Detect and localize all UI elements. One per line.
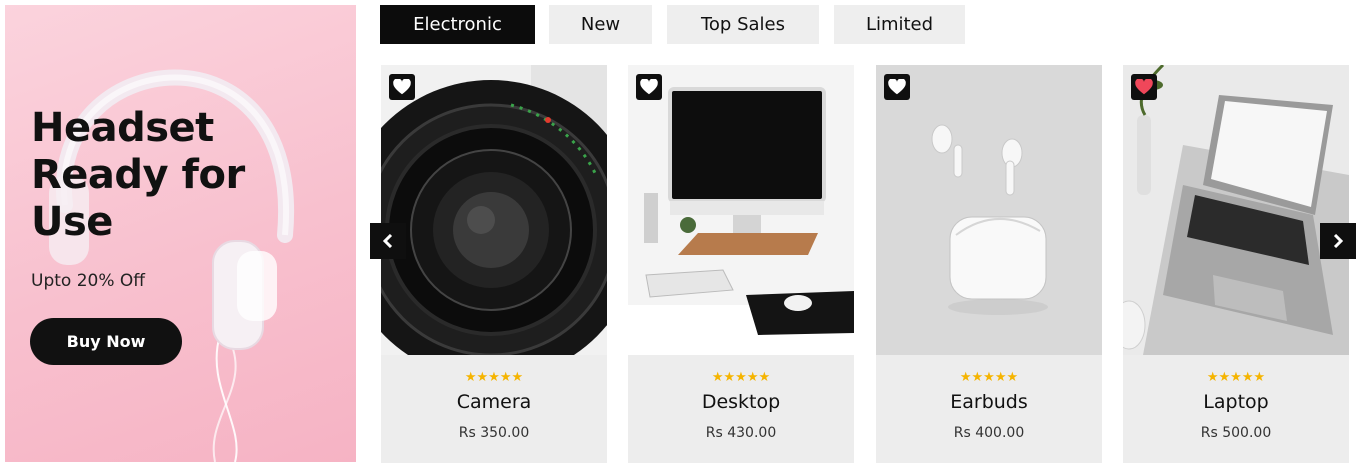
buy-now-button[interactable]: Buy Now — [30, 318, 182, 365]
chevron-left-icon — [382, 234, 393, 248]
product-card-desktop[interactable]: ★★★★★ Desktop Rs 430.00 — [628, 65, 854, 463]
product-name[interactable]: Desktop — [628, 391, 854, 413]
rating-stars: ★★★★★ — [959, 370, 1019, 385]
wishlist-heart-icon[interactable] — [1131, 74, 1157, 100]
tab-limited[interactable]: Limited — [834, 5, 965, 44]
wishlist-heart-icon[interactable] — [884, 74, 910, 100]
product-card-laptop[interactable]: ★★★★★ Laptop Rs 500.00 — [1123, 65, 1349, 463]
product-price: Rs 400.00 — [953, 425, 1025, 441]
wishlist-heart-icon[interactable] — [636, 74, 662, 100]
tab-top-sales[interactable]: Top Sales — [667, 5, 819, 44]
promo-banner: Headset Ready for Use Upto 20% Off Buy N… — [5, 5, 356, 462]
wishlist-heart-icon[interactable] — [389, 74, 415, 100]
carousel-next-button[interactable] — [1320, 223, 1356, 259]
product-price: Rs 430.00 — [705, 425, 777, 441]
product-name[interactable]: Laptop — [1123, 391, 1349, 413]
carousel-prev-button[interactable] — [370, 223, 406, 259]
rating-stars: ★★★★★ — [711, 370, 771, 385]
product-price: Rs 500.00 — [1200, 425, 1272, 441]
product-image-desktop[interactable] — [628, 65, 854, 355]
chevron-right-icon — [1333, 234, 1344, 248]
product-card-earbuds[interactable]: ★★★★★ Earbuds Rs 400.00 — [876, 65, 1102, 463]
product-price: Rs 350.00 — [458, 425, 530, 441]
product-image-laptop[interactable] — [1123, 65, 1349, 355]
promo-subtitle: Upto 20% Off — [31, 271, 145, 291]
product-name[interactable]: Camera — [381, 391, 607, 413]
product-image-camera[interactable] — [381, 65, 607, 355]
tab-electronic[interactable]: Electronic — [380, 5, 535, 44]
product-image-earbuds[interactable] — [876, 65, 1102, 355]
product-card-camera[interactable]: ★★★★★ Camera Rs 350.00 — [381, 65, 607, 463]
rating-stars: ★★★★★ — [464, 370, 524, 385]
tab-new[interactable]: New — [549, 5, 652, 44]
product-name[interactable]: Earbuds — [876, 391, 1102, 413]
promo-title: Headset Ready for Use — [31, 105, 245, 245]
rating-stars: ★★★★★ — [1206, 370, 1266, 385]
